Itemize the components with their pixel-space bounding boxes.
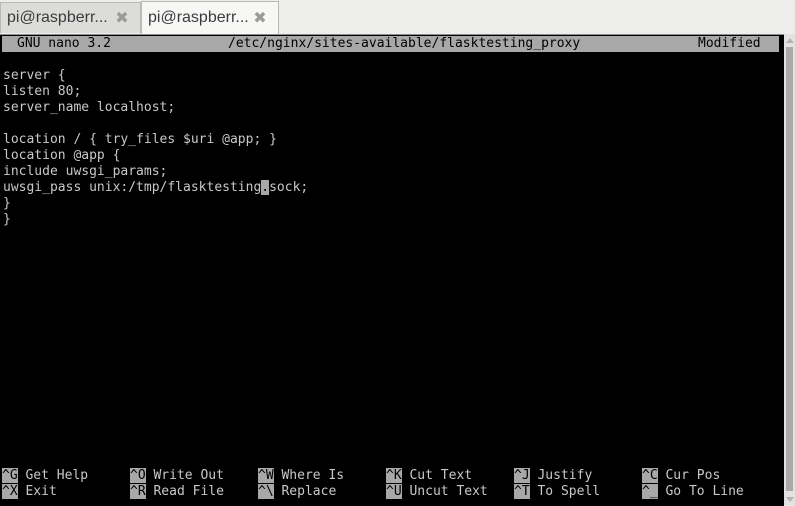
vertical-scrollbar[interactable]	[784, 34, 795, 505]
shortcut-write-out[interactable]: ^O Write Out	[130, 468, 224, 484]
scrollbar-thumb[interactable]	[786, 47, 793, 491]
close-x-icon[interactable]: ✖	[250, 8, 270, 28]
shortcut-where-is[interactable]: ^W Where Is	[258, 468, 344, 484]
scroll-down-arrow-icon[interactable]	[786, 497, 794, 502]
shortcut-read-file[interactable]: ^R Read File	[130, 484, 224, 500]
code-line: include uwsgi_params;	[3, 164, 168, 179]
shortcut-to-spell[interactable]: ^T To Spell	[514, 484, 600, 500]
close-x-icon[interactable]: ✖	[112, 8, 132, 28]
shortcut-get-help[interactable]: ^G Get Help	[2, 468, 88, 484]
code-line: listen 80;	[3, 84, 82, 99]
code-line: server_name localhost;	[3, 100, 176, 115]
shortcut-justify[interactable]: ^J Justify	[514, 468, 592, 484]
shortcut-cut-text[interactable]: ^K Cut Text	[386, 468, 472, 484]
shortcut-cur-pos[interactable]: ^C Cur Pos	[642, 468, 720, 484]
terminal-view[interactable]: GNU nano 3.2 /etc/nginx/sites-available/…	[0, 34, 784, 506]
code-line: }	[3, 212, 11, 227]
shortcut-exit[interactable]: ^X Exit	[2, 484, 57, 500]
tab-label: pi@raspberr...	[148, 9, 249, 26]
text-cursor: .	[261, 180, 270, 195]
modified-status: Modified	[698, 36, 761, 51]
nano-title-bar: GNU nano 3.2 /etc/nginx/sites-available/…	[2, 36, 779, 52]
shortcut-replace[interactable]: ^\ Replace	[258, 484, 336, 500]
code-line: location / { try_files $uri @app; }	[3, 132, 277, 147]
code-line-cursor: uwsgi_pass unix:/tmp/flasktesting.sock;	[3, 180, 308, 196]
code-line: server {	[3, 68, 66, 83]
tab-bar: pi@raspberr... ✖ pi@raspberr... ✖	[0, 0, 795, 34]
tab-label: pi@raspberr...	[7, 9, 108, 26]
tab-terminal-1[interactable]: pi@raspberr... ✖	[0, 2, 141, 33]
text-before-cursor: uwsgi_pass unix:/tmp/flasktesting	[3, 180, 262, 195]
file-path: /etc/nginx/sites-available/flasktesting_…	[228, 36, 581, 51]
shortcut-go-to-line[interactable]: ^_ Go To Line	[642, 484, 744, 500]
nano-version: GNU nano 3.2	[17, 36, 111, 51]
scroll-up-arrow-icon[interactable]	[786, 38, 794, 43]
text-after-cursor: sock;	[269, 180, 309, 195]
tab-terminal-2[interactable]: pi@raspberr... ✖	[141, 1, 279, 34]
code-line: location @app {	[3, 148, 121, 163]
code-line: }	[3, 196, 11, 211]
shortcut-uncut-text[interactable]: ^U Uncut Text	[386, 484, 488, 500]
